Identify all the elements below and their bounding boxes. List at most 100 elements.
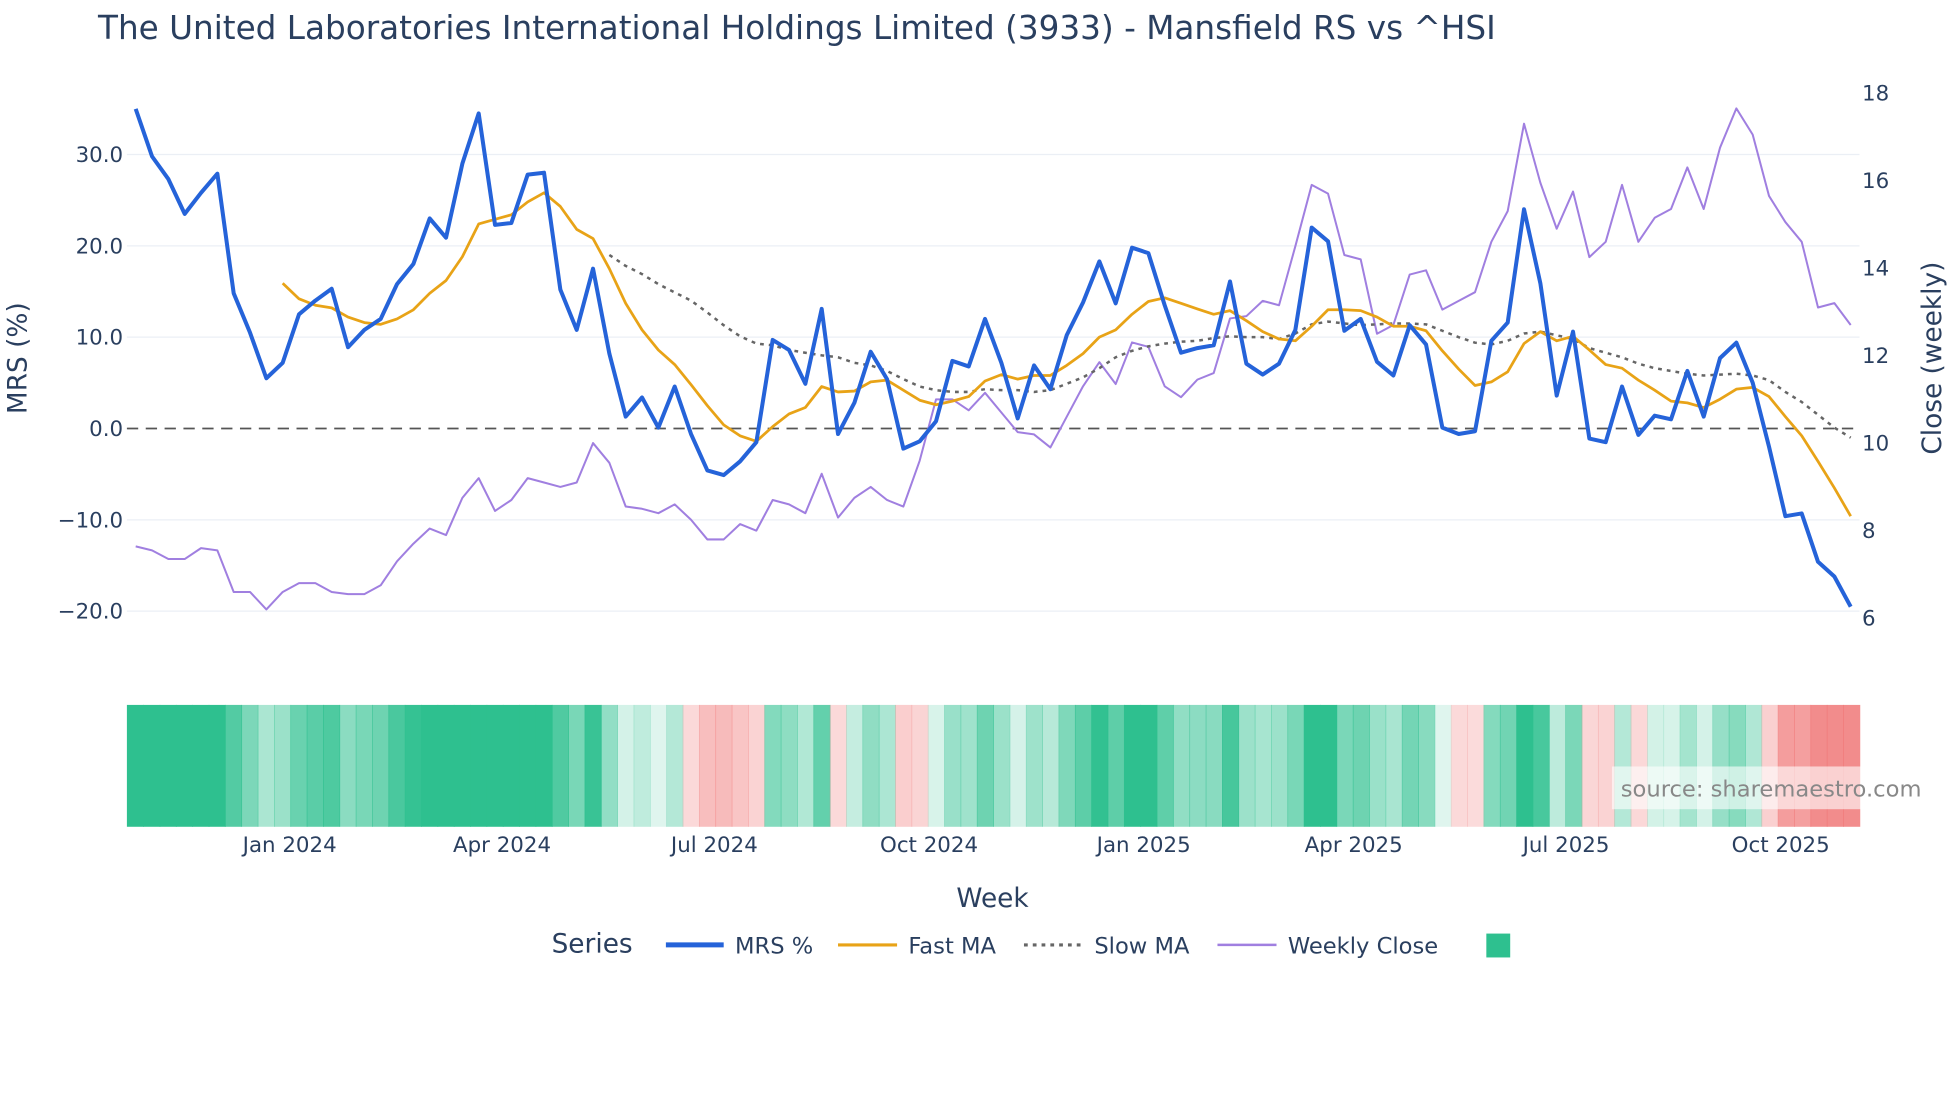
heatmap-cell: [159, 704, 177, 827]
heatmap-cell: [715, 704, 733, 827]
heatmap-cell: [797, 704, 815, 827]
heatmap-cell: [1156, 704, 1174, 827]
source-watermark: source: sharemaestro.com: [1621, 777, 1922, 803]
x-tick-label: Jan 2024: [241, 833, 337, 858]
heatmap-cell: [143, 704, 161, 827]
heatmap-cell: [813, 704, 831, 827]
heatmap-cell: [192, 704, 210, 827]
heatmap-cell: [1532, 704, 1550, 827]
legend-title: Series: [552, 929, 633, 959]
heatmap-cell: [339, 704, 357, 827]
y-tick-label: 30.0: [76, 143, 124, 168]
x-tick-label: Oct 2024: [880, 833, 978, 858]
x-axis-ticks: Jan 2024 Apr 2024 Jul 2024 Oct 2024 Jan 2025…: [241, 833, 1830, 858]
mrs-heatmap-strip: [126, 704, 1861, 827]
heatmap-cell: [1303, 704, 1321, 827]
y-tick-label: 0.0: [89, 417, 123, 442]
legend: Series MRS % Fast MA Slow MA Weekly Clos…: [552, 929, 1511, 960]
y-tick-label: 20.0: [76, 234, 124, 259]
heatmap-cell: [175, 704, 194, 827]
heatmap-cell: [1123, 704, 1142, 827]
heatmap-cell: [862, 704, 880, 827]
gridlines: [126, 153, 1860, 612]
heatmap-cell: [1401, 704, 1419, 827]
heatmap-cell: [1483, 704, 1501, 827]
heatmap-cell: [878, 704, 896, 827]
legend-label-slow-ma: Slow MA: [1094, 934, 1190, 960]
heatmap-cell: [829, 704, 847, 827]
heatmap-cell: [748, 704, 766, 827]
y2-tick-label: 18: [1862, 82, 1889, 107]
legend-item-mrs[interactable]: MRS %: [665, 934, 813, 960]
heatmap-cell: [780, 704, 798, 827]
heatmap-cell: [846, 704, 864, 827]
heatmap-cell: [584, 704, 602, 827]
heatmap-cell: [1140, 704, 1158, 827]
x-tick-label: Jul 2024: [669, 833, 758, 858]
heatmap-cell: [682, 704, 700, 827]
y2-tick-label: 16: [1862, 169, 1889, 194]
heatmap-cell: [960, 704, 978, 827]
heatmap-cell: [519, 704, 537, 827]
heatmap-cell: [224, 704, 243, 827]
heatmap-cell: [1434, 704, 1452, 827]
right-axis-ticks: 18 16 14 12 10 8 6: [1862, 82, 1889, 632]
legend-item-fast-ma[interactable]: Fast MA: [838, 934, 997, 960]
series-lines: [133, 107, 1853, 611]
heatmap-cell: [241, 704, 259, 827]
y-tick-label: −20.0: [58, 600, 123, 625]
heatmap-cell: [1418, 704, 1436, 827]
heatmap-cell: [1548, 704, 1567, 827]
x-tick-label: Apr 2025: [1305, 833, 1403, 858]
heatmap-cell: [1222, 704, 1240, 827]
legend-label-mrs: MRS %: [735, 934, 813, 960]
legend-item-weekly-close[interactable]: Weekly Close: [1217, 934, 1438, 960]
y-tick-label: −10.0: [58, 508, 123, 533]
x-axis-label: Week: [956, 884, 1029, 914]
x-tick-label: Jan 2025: [1095, 833, 1191, 858]
heatmap-cell: [1205, 704, 1223, 827]
heatmap-cell: [208, 704, 226, 827]
heatmap-cell: [1107, 704, 1125, 827]
heatmap-cell: [1189, 704, 1207, 827]
chart-title: The United Laboratories International Ho…: [97, 9, 1496, 47]
heatmap-cell: [1287, 704, 1305, 827]
heatmap-cell: [486, 704, 504, 827]
heatmap-cell: [1352, 704, 1370, 827]
heatmap-cell: [1499, 704, 1517, 827]
heatmap-cell: [764, 704, 782, 827]
y2-tick-label: 12: [1862, 344, 1889, 369]
legend-label-fast-ma: Fast MA: [908, 934, 996, 960]
heatmap-cell: [1254, 704, 1272, 827]
heatmap-cell: [306, 704, 324, 827]
heatmap-cell: [404, 704, 422, 827]
heatmap-cell: [453, 704, 471, 827]
series-line-weekly-close: [135, 107, 1852, 611]
heatmap-cell: [1385, 704, 1403, 827]
series-line-fast-ma: [281, 191, 1852, 517]
heatmap-cell: [535, 704, 553, 827]
heatmap-cell: [911, 704, 929, 827]
y2-tick-label: 10: [1862, 432, 1889, 457]
heatmap-cell: [274, 704, 292, 827]
mrs-chart: The United Laboratories International Ho…: [3, 9, 1948, 960]
heatmap-cell: [1565, 704, 1583, 827]
heatmap-cell: [895, 704, 913, 827]
heatmap-cell: [1009, 704, 1027, 827]
heatmap-cell: [944, 704, 962, 827]
heatmap-cell: [1581, 704, 1599, 827]
heatmap-cell: [1320, 704, 1338, 827]
legend-swatch-heatmap[interactable]: [1486, 933, 1511, 958]
heatmap-cell: [388, 704, 406, 827]
heatmap-cell: [666, 704, 684, 827]
legend-item-slow-ma[interactable]: Slow MA: [1023, 934, 1190, 960]
heatmap-cell: [1467, 704, 1485, 827]
heatmap-cell: [1058, 704, 1076, 827]
heatmap-cell: [1042, 704, 1060, 827]
heatmap-cell: [502, 704, 520, 827]
heatmap-cell: [568, 704, 586, 827]
heatmap-cell: [257, 704, 275, 827]
heatmap-cell: [421, 704, 439, 827]
x-tick-label: Oct 2025: [1732, 833, 1830, 858]
heatmap-cell: [1450, 704, 1468, 827]
